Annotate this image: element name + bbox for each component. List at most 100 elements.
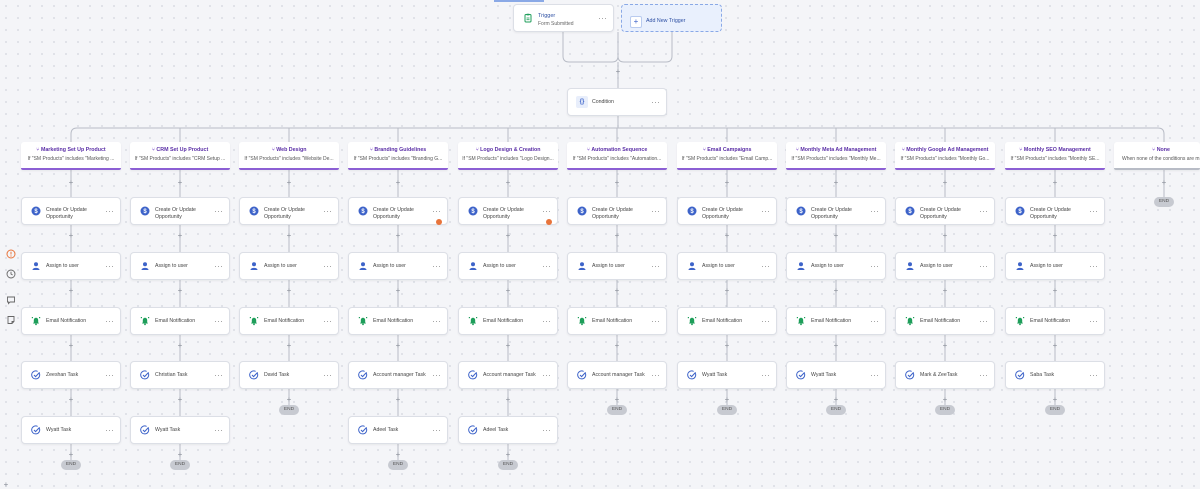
add-step-plus-icon[interactable]: + xyxy=(613,179,621,187)
more-options-icon[interactable]: ··· xyxy=(432,260,441,272)
add-step-plus-icon[interactable]: + xyxy=(941,342,949,350)
add-step-plus-icon[interactable]: + xyxy=(176,287,184,295)
more-options-icon[interactable]: ··· xyxy=(105,315,114,327)
assign-to-user-node[interactable]: Assign to user ··· xyxy=(786,252,886,280)
add-step-plus-icon[interactable]: + xyxy=(941,232,949,240)
add-step-plus-icon[interactable]: + xyxy=(67,396,75,404)
assign-to-user-node[interactable]: Assign to user ··· xyxy=(677,252,777,280)
add-step-plus-icon[interactable]: + xyxy=(723,342,731,350)
add-step-plus-icon[interactable]: + xyxy=(504,396,512,404)
more-options-icon[interactable]: ··· xyxy=(651,260,660,272)
more-options-icon[interactable]: ··· xyxy=(432,205,441,217)
add-step-plus-icon[interactable]: + xyxy=(832,287,840,295)
add-step-plus-icon[interactable]: + xyxy=(394,342,402,350)
add-step-plus-icon[interactable]: + xyxy=(285,232,293,240)
notes-icon[interactable] xyxy=(5,314,17,326)
add-step-plus-icon[interactable]: + xyxy=(614,68,622,76)
assign-to-user-node[interactable]: Assign to user ··· xyxy=(1005,252,1105,280)
task-node[interactable]: Account manager Task ··· xyxy=(348,361,448,389)
email-notification-node[interactable]: Email Notification ··· xyxy=(1005,307,1105,335)
more-options-icon[interactable]: ··· xyxy=(1089,260,1098,272)
comment-icon[interactable] xyxy=(5,294,17,306)
more-options-icon[interactable]: ··· xyxy=(214,260,223,272)
second-task-node[interactable]: Wyatt Task ··· xyxy=(130,416,230,444)
create-update-opportunity-node[interactable]: $ Create Or Update Opportunity ··· xyxy=(895,197,995,225)
more-options-icon[interactable]: ··· xyxy=(432,369,441,381)
email-notification-node[interactable]: Email Notification ··· xyxy=(895,307,995,335)
add-step-plus-icon[interactable]: + xyxy=(941,396,949,404)
more-options-icon[interactable]: ··· xyxy=(651,315,660,327)
zoom-in-icon[interactable]: + xyxy=(2,481,10,489)
add-step-plus-icon[interactable]: + xyxy=(1051,287,1059,295)
branch-card-none[interactable]: ⑂ None When none of the conditions are m xyxy=(1114,142,1200,170)
more-options-icon[interactable]: ··· xyxy=(979,315,988,327)
task-node[interactable]: Mark & ZeeTask ··· xyxy=(895,361,995,389)
more-options-icon[interactable]: ··· xyxy=(651,369,660,381)
add-step-plus-icon[interactable]: + xyxy=(613,232,621,240)
more-options-icon[interactable]: ··· xyxy=(979,205,988,217)
more-options-icon[interactable]: ··· xyxy=(214,315,223,327)
create-update-opportunity-node[interactable]: $ Create Or Update Opportunity ··· xyxy=(239,197,339,225)
branch-card[interactable]: ⑂ Email Campaigns If "SM Products" includ… xyxy=(677,142,777,170)
create-update-opportunity-node[interactable]: $ Create Or Update Opportunity ··· xyxy=(130,197,230,225)
more-options-icon[interactable]: ··· xyxy=(323,260,332,272)
branch-card[interactable]: ⑂ Logo Design & Creation If "SM Products"… xyxy=(458,142,558,170)
assign-to-user-node[interactable]: Assign to user ··· xyxy=(458,252,558,280)
email-notification-node[interactable]: Email Notification ··· xyxy=(239,307,339,335)
second-task-node[interactable]: Adeel Task ··· xyxy=(348,416,448,444)
branch-card[interactable]: ⑂ Monthly Google Ad Management If "SM Pro… xyxy=(895,142,995,170)
trigger-node[interactable]: Trigger Form Submitted ··· xyxy=(513,4,614,32)
more-options-icon[interactable]: ··· xyxy=(870,260,879,272)
more-options-icon[interactable]: ··· xyxy=(979,260,988,272)
more-options-icon[interactable]: ··· xyxy=(432,315,441,327)
add-step-plus-icon[interactable]: + xyxy=(394,396,402,404)
add-step-plus-icon[interactable]: + xyxy=(285,342,293,350)
more-options-icon[interactable]: ··· xyxy=(323,369,332,381)
condition-node[interactable]: {} Condition ··· xyxy=(567,88,667,116)
assign-to-user-node[interactable]: Assign to user ··· xyxy=(130,252,230,280)
add-step-plus-icon[interactable]: + xyxy=(394,287,402,295)
more-options-icon[interactable]: ··· xyxy=(761,315,770,327)
branch-card[interactable]: ⑂ Branding Guidelines If "SM Products" in… xyxy=(348,142,448,170)
branch-card[interactable]: ⑂ Monthly Meta Ad Management If "SM Produ… xyxy=(786,142,886,170)
task-node[interactable]: Christian Task ··· xyxy=(130,361,230,389)
add-step-plus-icon[interactable]: + xyxy=(723,232,731,240)
add-step-plus-icon[interactable]: + xyxy=(285,396,293,404)
alert-circle-icon[interactable] xyxy=(5,248,17,260)
add-step-plus-icon[interactable]: + xyxy=(941,287,949,295)
second-task-node[interactable]: Adeel Task ··· xyxy=(458,416,558,444)
add-step-plus-icon[interactable]: + xyxy=(67,179,75,187)
add-step-plus-icon[interactable]: + xyxy=(394,179,402,187)
email-notification-node[interactable]: Email Notification ··· xyxy=(677,307,777,335)
second-task-node[interactable]: Wyatt Task ··· xyxy=(21,416,121,444)
add-step-plus-icon[interactable]: + xyxy=(1160,179,1168,187)
history-icon[interactable] xyxy=(5,268,17,280)
create-update-opportunity-node[interactable]: $ Create Or Update Opportunity ··· xyxy=(677,197,777,225)
add-step-plus-icon[interactable]: + xyxy=(285,287,293,295)
more-options-icon[interactable]: ··· xyxy=(214,369,223,381)
branch-card[interactable]: ⑂ Monthly SEO Management If "SM Products"… xyxy=(1005,142,1105,170)
branch-card[interactable]: ⑂ Marketing Set Up Product If "SM Product… xyxy=(21,142,121,170)
more-options-icon[interactable]: ··· xyxy=(598,12,607,24)
add-step-plus-icon[interactable]: + xyxy=(176,342,184,350)
more-options-icon[interactable]: ··· xyxy=(979,369,988,381)
add-step-plus-icon[interactable]: + xyxy=(941,179,949,187)
task-node[interactable]: Account manager Task ··· xyxy=(567,361,667,389)
assign-to-user-node[interactable]: Assign to user ··· xyxy=(567,252,667,280)
more-options-icon[interactable]: ··· xyxy=(1089,205,1098,217)
task-node[interactable]: Zeeshan Task ··· xyxy=(21,361,121,389)
task-node[interactable]: David Task ··· xyxy=(239,361,339,389)
add-step-plus-icon[interactable]: + xyxy=(613,396,621,404)
more-options-icon[interactable]: ··· xyxy=(651,96,660,108)
more-options-icon[interactable]: ··· xyxy=(651,205,660,217)
add-step-plus-icon[interactable]: + xyxy=(832,342,840,350)
add-step-plus-icon[interactable]: + xyxy=(504,179,512,187)
add-step-plus-icon[interactable]: + xyxy=(723,179,731,187)
more-options-icon[interactable]: ··· xyxy=(214,424,223,436)
add-step-plus-icon[interactable]: + xyxy=(1051,179,1059,187)
branch-card[interactable]: ⑂ Automation Sequence If "SM Products" in… xyxy=(567,142,667,170)
assign-to-user-node[interactable]: Assign to user ··· xyxy=(348,252,448,280)
more-options-icon[interactable]: ··· xyxy=(105,424,114,436)
add-step-plus-icon[interactable]: + xyxy=(176,232,184,240)
branch-card[interactable]: ⑂ Web Design If "SM Products" includes "W… xyxy=(239,142,339,170)
